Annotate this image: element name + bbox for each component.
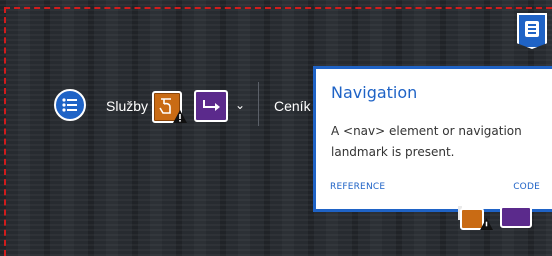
popover-description: A <nav> element or navigation landmark i… bbox=[331, 124, 522, 159]
list-icon bbox=[62, 98, 77, 112]
nav-item-cenik[interactable]: Ceník bbox=[274, 97, 311, 115]
lower-badges bbox=[458, 206, 548, 232]
warning-icon bbox=[173, 110, 187, 123]
nav-item-sluzby[interactable]: Služby bbox=[106, 97, 148, 115]
skip-link-icon[interactable] bbox=[500, 206, 532, 228]
chevron-down-icon[interactable]: ⌄ bbox=[235, 96, 245, 114]
navigation-landmark-icon[interactable] bbox=[517, 13, 547, 49]
skip-link-icon[interactable] bbox=[194, 90, 228, 122]
warning-icon bbox=[480, 218, 493, 230]
menu-button[interactable] bbox=[54, 89, 86, 121]
reference-link[interactable]: REFERENCE bbox=[330, 182, 385, 192]
popover-title: Navigation bbox=[331, 83, 418, 102]
code-link[interactable]: CODE bbox=[513, 182, 540, 192]
navigation-popover: Navigation A <nav> element or navigation… bbox=[313, 66, 552, 212]
nav-divider bbox=[258, 82, 259, 126]
